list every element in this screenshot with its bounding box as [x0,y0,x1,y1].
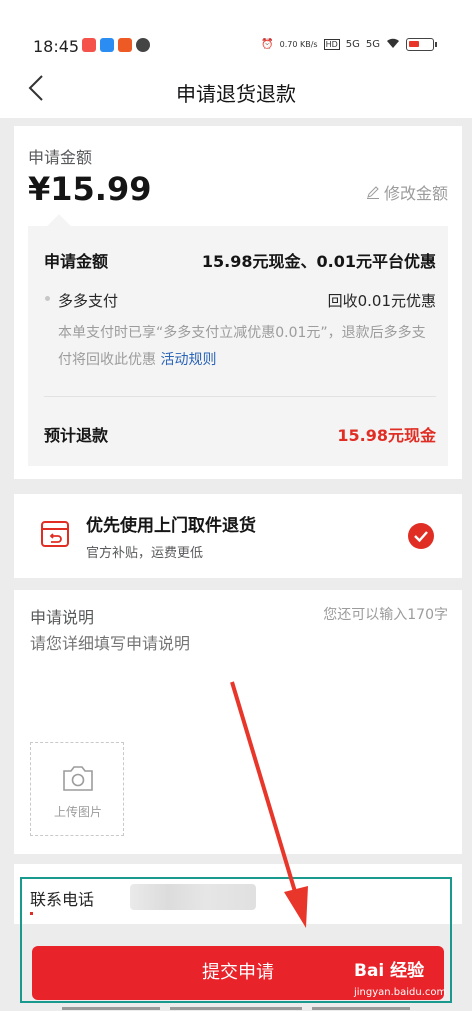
net-speed: 0.70 KB/s [279,40,318,49]
refund-amount-card: 申请金额 ¥15.99 修改金额 申请金额 15.98元现金、0.01元平台优惠… [14,126,462,479]
description-label: 申请说明 [30,608,95,627]
alarm-icon: ⏰ [261,39,274,50]
signal-icon: 5G [365,39,380,50]
breakdown-label: 申请金额 [44,252,109,271]
description-input[interactable] [30,634,430,653]
camera-icon [61,763,95,793]
upload-image-button[interactable]: 上传图片 [30,742,124,836]
chat-notification-icon [136,38,150,52]
page-title: 申请退货退款 [176,82,296,106]
hd-icon: HD [323,39,340,50]
signal-icon: 5G [345,39,360,50]
return-box-icon [38,516,72,550]
estimate-value: 15.98元现金 [337,426,436,445]
amount-value: ¥15.99 [28,170,152,208]
check-icon [414,531,428,543]
annotation-arrow [230,681,308,928]
gesture-bar [312,1007,410,1010]
gesture-bar [62,1007,160,1010]
edit-amount-label: 修改金额 [383,184,448,203]
status-time: 18:45 [33,37,80,56]
note-text: 本单支付时已享“多多支付立减优惠0.01元”，退款后多多支付将回收此优惠 [58,325,426,368]
app-notification-icon [100,38,114,52]
breakdown-value: 15.98元现金、0.01元平台优惠 [201,252,436,271]
upload-label: 上传图片 [53,805,102,819]
pay-method-value: 回收0.01元优惠 [327,292,436,310]
discount-note: 本单支付时已享“多多支付立减优惠0.01元”，退款后多多支付将回收此优惠 活动规… [58,320,438,374]
activity-rules-link[interactable]: 活动规则 [160,352,216,368]
char-remaining: 您还可以输入170字 [323,607,448,623]
bullet-icon [45,296,50,301]
gesture-bar [170,1007,302,1010]
battery-icon [406,38,437,51]
amount-label: 申请金额 [28,148,93,167]
pickup-title: 优先使用上门取件退货 [86,516,256,536]
nav-bar: 申请退货退款 [0,60,472,118]
estimate-label: 预计退款 [44,426,109,445]
pickup-subtitle: 官方补贴，运费更低 [86,546,204,561]
wifi-icon [386,37,400,52]
pickup-checkbox[interactable] [408,523,434,549]
amount-breakdown: 申请金额 15.98元现金、0.01元平台优惠 多多支付 回收0.01元优惠 本… [28,226,448,466]
pickup-option[interactable]: 优先使用上门取件退货 官方补贴，运费更低 [14,494,462,578]
status-indicators: ⏰ 0.70 KB/s HD 5G 5G [261,37,437,52]
divider [44,396,436,397]
app-notification-icon [82,38,96,52]
status-bar: 18:45 ⏰ 0.70 KB/s HD 5G 5G [0,0,472,60]
pay-method-label: 多多支付 [58,292,119,310]
edit-amount-button[interactable]: 修改金额 [366,180,448,204]
pencil-icon [366,186,379,199]
app-notification-icon [118,38,132,52]
